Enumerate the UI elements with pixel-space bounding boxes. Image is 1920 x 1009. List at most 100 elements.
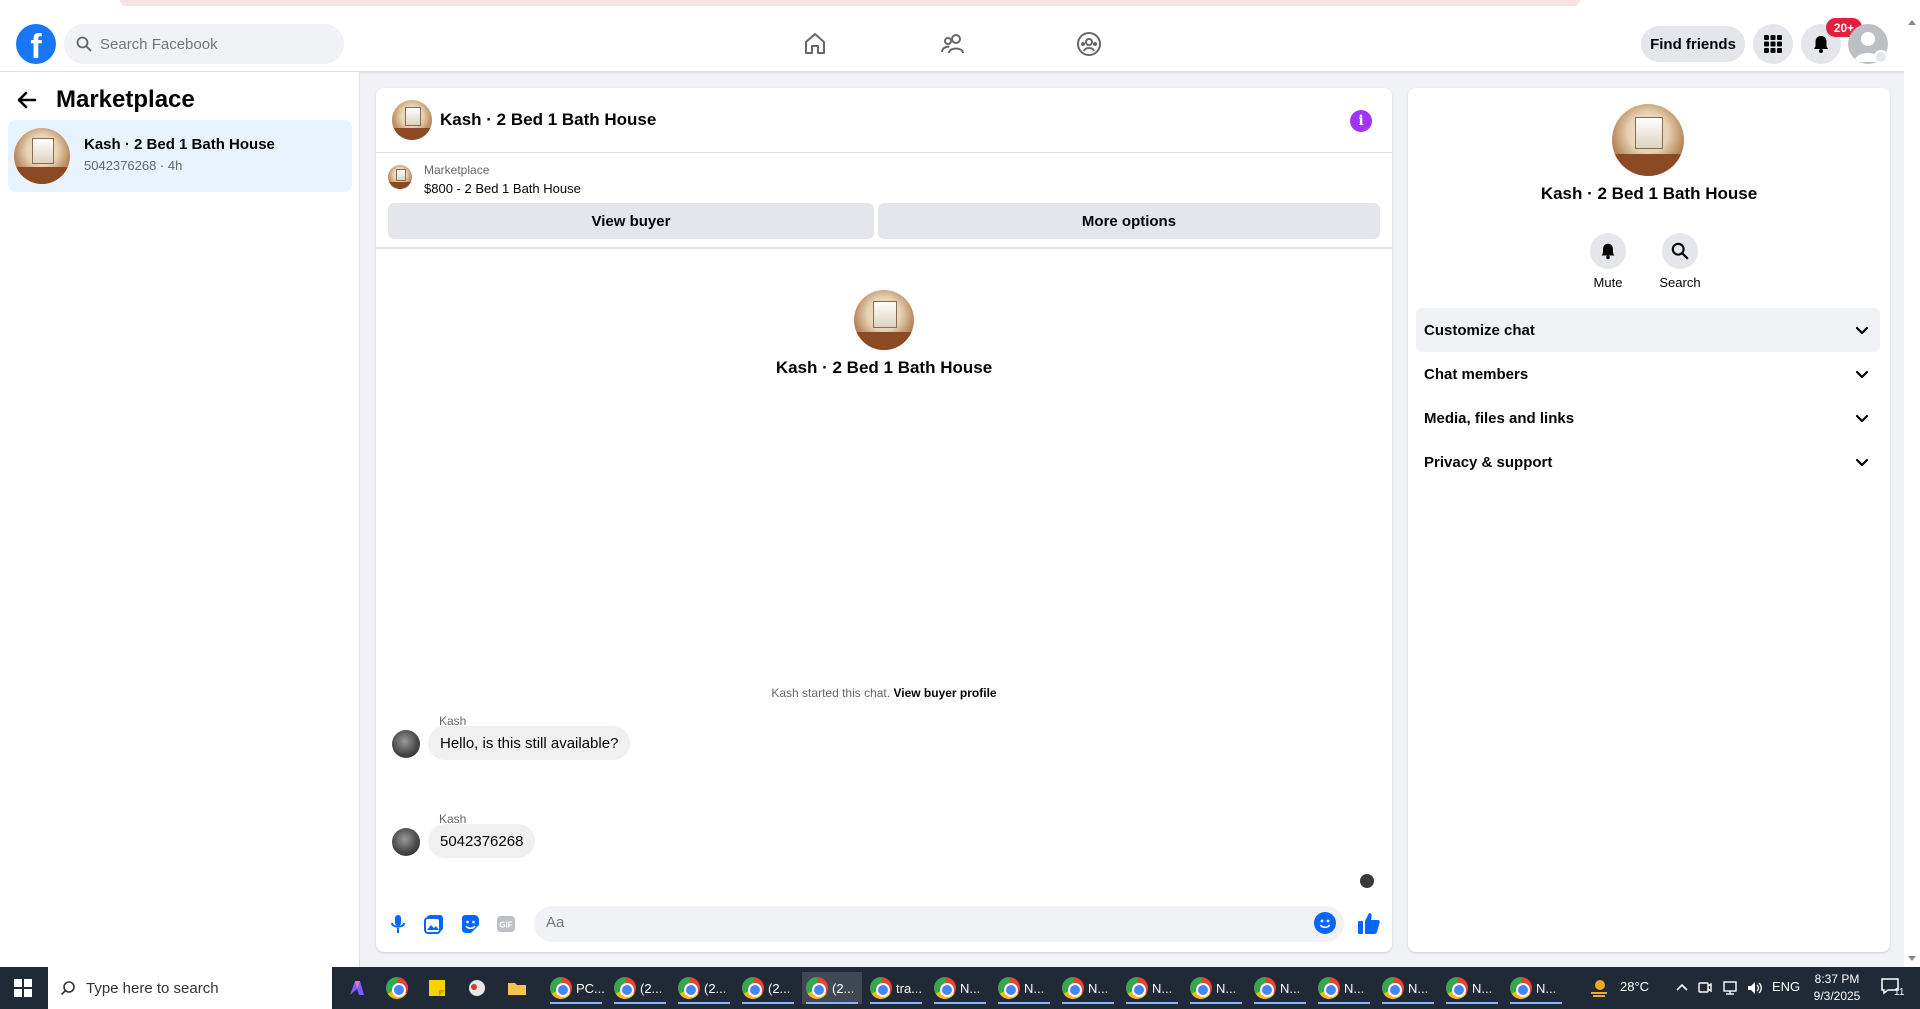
photos-app-button[interactable] xyxy=(466,972,496,1004)
taskbar-app-active[interactable]: (2... xyxy=(802,972,862,1004)
chat-details-panel: Kash · 2 Bed 1 Bath House Mute Search Cu… xyxy=(1408,88,1890,952)
sticker-button[interactable] xyxy=(458,912,482,936)
taskbar-app-label: (2... xyxy=(768,980,791,996)
view-buyer-profile-link[interactable]: View buyer profile xyxy=(893,686,996,700)
taskbar-app-label: (2... xyxy=(640,980,663,996)
mute-circle[interactable] xyxy=(1590,233,1626,269)
chat-avatar[interactable] xyxy=(392,100,432,140)
more-options-button[interactable]: More options xyxy=(878,203,1380,239)
weather-temperature[interactable]: 28°C xyxy=(1620,979,1649,994)
view-buyer-button[interactable]: View buyer xyxy=(388,203,874,239)
mute-button[interactable]: Mute xyxy=(1578,233,1638,290)
volume-icon[interactable] xyxy=(1746,980,1764,996)
emoji-icon[interactable] xyxy=(1314,912,1336,934)
privacy-support-section[interactable]: Privacy & support xyxy=(1416,440,1880,484)
scroll-down-arrow-icon[interactable] xyxy=(1908,956,1916,961)
taskbar-search-placeholder: Type here to search xyxy=(86,979,219,997)
customize-chat-section[interactable]: Customize chat xyxy=(1416,308,1880,352)
copilot-button[interactable] xyxy=(346,972,376,1004)
attach-photo-button[interactable] xyxy=(422,912,446,936)
top-navigation-bar: f Find friends 20+ xyxy=(0,14,1904,72)
taskbar-app[interactable]: N... xyxy=(1122,972,1182,1004)
search-conversation-button[interactable]: Search xyxy=(1650,233,1710,290)
search-circle[interactable] xyxy=(1662,233,1698,269)
clock-time: 8:37 PM xyxy=(1814,972,1860,986)
media-files-links-section[interactable]: Media, files and links xyxy=(1416,396,1880,440)
chat-members-section[interactable]: Chat members xyxy=(1416,352,1880,396)
sticky-notes-button[interactable] xyxy=(426,972,456,1004)
taskbar-app[interactable]: N... xyxy=(1186,972,1246,1004)
start-button[interactable] xyxy=(0,967,46,1009)
search-label: Search xyxy=(1659,275,1701,290)
mute-label: Mute xyxy=(1593,275,1623,290)
taskbar-app[interactable]: (2... xyxy=(610,972,670,1004)
chat-title[interactable]: Kash · 2 Bed 1 Bath House xyxy=(440,110,656,130)
network-icon[interactable] xyxy=(1722,980,1738,996)
action-center-count: 11 xyxy=(1894,987,1905,998)
taskbar-app[interactable]: (2... xyxy=(738,972,798,1004)
section-label: Customize chat xyxy=(1424,321,1535,339)
sender-avatar[interactable] xyxy=(392,730,420,758)
groups-icon xyxy=(1077,32,1101,56)
file-explorer-button[interactable] xyxy=(506,972,536,1004)
search-icon xyxy=(60,981,75,996)
gif-button[interactable]: GIF xyxy=(494,912,518,936)
meet-now-icon[interactable] xyxy=(1698,980,1712,996)
chevron-down-icon[interactable] xyxy=(1874,50,1888,64)
taskbar-app[interactable]: N... xyxy=(930,972,990,1004)
taskbar-app-label: tra... xyxy=(896,980,923,996)
chrome-icon xyxy=(1126,977,1148,999)
friends-nav-button[interactable] xyxy=(935,26,971,62)
taskbar-app[interactable]: tra... xyxy=(866,972,926,1004)
details-avatar[interactable] xyxy=(1612,104,1684,176)
system-clock[interactable]: 8:37 PM 9/3/2025 xyxy=(1800,971,1874,1005)
message-input[interactable] xyxy=(546,914,1286,931)
chat-header: Kash · 2 Bed 1 Bath House i xyxy=(376,88,1392,153)
page-scrollbar[interactable] xyxy=(1904,14,1920,967)
taskbar-app[interactable]: N... xyxy=(1442,972,1502,1004)
chrome-icon xyxy=(742,977,764,999)
scroll-up-arrow-icon[interactable] xyxy=(1908,20,1916,25)
message-bubble[interactable]: 5042376268 xyxy=(428,824,536,858)
facebook-logo[interactable]: f xyxy=(16,24,56,64)
taskbar-app[interactable]: N... xyxy=(1058,972,1118,1004)
voice-clip-button[interactable] xyxy=(386,912,410,936)
groups-nav-button[interactable] xyxy=(1071,26,1107,62)
taskbar-app[interactable]: (2... xyxy=(674,972,734,1004)
back-arrow-icon[interactable] xyxy=(16,89,38,111)
taskbar-app[interactable]: N... xyxy=(994,972,1054,1004)
chevron-up-icon[interactable] xyxy=(1676,982,1688,992)
thumbs-up-icon[interactable] xyxy=(1356,910,1382,936)
action-center-button[interactable]: 11 xyxy=(1880,977,1908,999)
chrome-icon xyxy=(998,977,1020,999)
listing-thumbnail[interactable] xyxy=(388,165,412,189)
chrome-pinned-button[interactable] xyxy=(386,972,416,1004)
conversation-item[interactable]: Kash · 2 Bed 1 Bath House 5042376268 · 4… xyxy=(8,120,352,192)
taskbar-app[interactable]: N... xyxy=(1378,972,1438,1004)
sender-avatar[interactable] xyxy=(392,828,420,856)
taskbar-app-label: N... xyxy=(1024,980,1045,996)
message-bubble[interactable]: Hello, is this still available? xyxy=(428,726,631,760)
info-icon[interactable]: i xyxy=(1350,110,1372,132)
taskbar-app-label: PC... xyxy=(576,980,605,996)
message-input-box[interactable] xyxy=(534,906,1344,942)
taskbar-search-box[interactable]: Type here to search xyxy=(48,967,332,1009)
language-indicator[interactable]: ENG xyxy=(1772,979,1800,994)
menu-button[interactable] xyxy=(1753,24,1793,64)
weather-icon[interactable] xyxy=(1588,977,1610,999)
chrome-icon xyxy=(1446,977,1468,999)
facebook-search-input[interactable] xyxy=(100,35,320,53)
listing-price-title[interactable]: $800 - 2 Bed 1 Bath House xyxy=(424,181,581,196)
taskbar-app[interactable]: N... xyxy=(1314,972,1374,1004)
find-friends-button[interactable]: Find friends xyxy=(1641,26,1745,62)
taskbar-app[interactable]: N... xyxy=(1250,972,1310,1004)
home-nav-button[interactable] xyxy=(797,26,833,62)
facebook-search-box[interactable] xyxy=(64,24,344,64)
taskbar-app[interactable]: PC... xyxy=(546,972,606,1004)
bell-icon xyxy=(1601,243,1615,260)
taskbar-app[interactable]: N... xyxy=(1506,972,1566,1004)
windows-taskbar: Type here to search PC... (2... (2... (2… xyxy=(0,967,1920,1009)
friends-icon xyxy=(941,34,964,54)
chat-panel: Kash · 2 Bed 1 Bath House i Marketplace … xyxy=(376,88,1392,952)
section-label: Chat members xyxy=(1424,365,1529,383)
